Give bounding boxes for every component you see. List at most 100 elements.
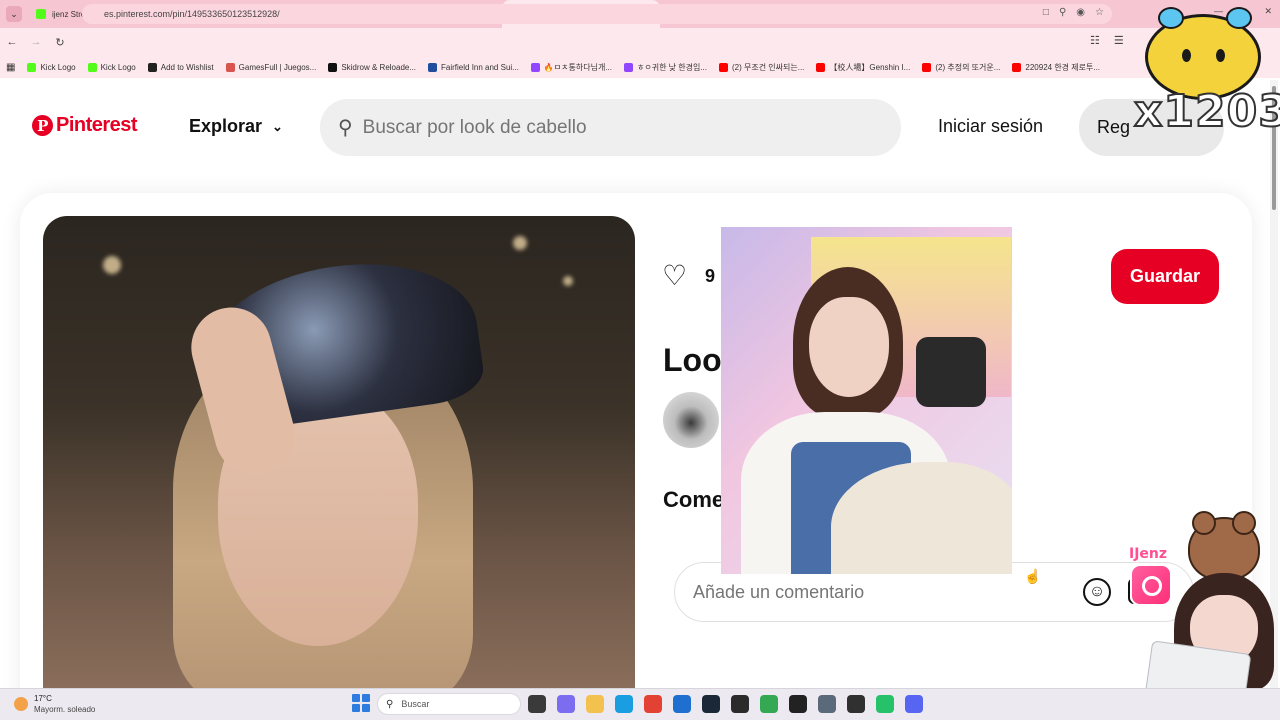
- bookmark-label: (2) 추정의 또거운...: [935, 62, 1001, 72]
- bookmark-item[interactable]: 220924 한경 제로투...: [1012, 62, 1100, 73]
- windows-start-icon[interactable]: [352, 694, 370, 712]
- task-view-icon[interactable]: [528, 695, 546, 713]
- bee-wing: [1158, 7, 1184, 29]
- bookmark-item[interactable]: 🔥ㅁㅊ통하다님개...: [530, 62, 612, 73]
- bookmark-item[interactable]: (2) 무조건 인싸되는...: [719, 62, 804, 73]
- bookmark-label: 220924 한경 제로투...: [1025, 62, 1101, 72]
- zoom-icon[interactable]: ⚲: [1059, 7, 1066, 18]
- bookmark-item[interactable]: Fairfield Inn and Sui...: [428, 62, 519, 73]
- search-icon: ⚲: [386, 698, 394, 710]
- instagram-icon: [1130, 564, 1172, 606]
- search-bar[interactable]: ⚲: [320, 99, 901, 156]
- login-link[interactable]: Iniciar sesión: [938, 116, 1043, 137]
- vtuber-avatar: [1144, 565, 1280, 710]
- terminal-icon[interactable]: [731, 695, 749, 713]
- bookmark-label: GamesFull | Juegos...: [238, 62, 317, 72]
- streamer-name: IJenz: [1129, 546, 1168, 562]
- bookmark-favicon-icon: [1012, 62, 1022, 72]
- bookmark-item[interactable]: GamesFull | Juegos...: [225, 62, 317, 73]
- start-tile: [352, 704, 360, 712]
- register-label: Reg: [1097, 117, 1131, 137]
- reload-icon[interactable]: ↻: [48, 36, 72, 49]
- app-dark-icon[interactable]: [847, 695, 865, 713]
- apps-grid-icon[interactable]: ▦: [6, 62, 15, 73]
- start-tile: [362, 694, 370, 702]
- tab-favicon-icon: [36, 9, 46, 19]
- bookmark-label: 🔥ㅁㅊ통하다님개...: [543, 62, 612, 72]
- edge-icon[interactable]: [615, 695, 633, 713]
- bookmark-favicon-icon: [225, 62, 235, 72]
- reading-list-icon[interactable]: ☰: [1114, 34, 1124, 47]
- taskbar-search-label: Buscar: [401, 699, 430, 709]
- address-bar[interactable]: es.pinterest.com/pin/1495336501235129​28…: [82, 4, 1112, 24]
- steam-icon[interactable]: [702, 695, 720, 713]
- chrome-dev-icon[interactable]: [760, 695, 778, 713]
- taskbar-search[interactable]: ⚲ Buscar: [377, 693, 521, 715]
- close-window-icon[interactable]: ✕: [1264, 6, 1272, 17]
- back-arrow-icon[interactable]: ←: [0, 36, 24, 48]
- bookmark-favicon-icon: [922, 62, 932, 72]
- bookmark-item[interactable]: Kick Logo: [27, 62, 76, 73]
- install-app-icon[interactable]: □: [1043, 7, 1049, 18]
- chevron-down-icon: ⌄: [272, 118, 283, 134]
- pinterest-p-icon: P: [32, 115, 53, 136]
- comments-heading: Come: [663, 487, 725, 512]
- bee-eye: [1182, 49, 1191, 62]
- street-light: [103, 256, 121, 274]
- extension-icons: ☷ ☰: [1090, 34, 1124, 47]
- bookmark-label: (2) 무조건 인싸되는...: [732, 62, 805, 72]
- chrome-icon[interactable]: [644, 695, 662, 713]
- framer-icon[interactable]: [876, 695, 894, 713]
- emoji-icon[interactable]: ☺: [1083, 578, 1111, 606]
- browser-toolbar: ← → ↻: [0, 28, 1280, 56]
- bookmark-item[interactable]: Kick Logo: [87, 62, 136, 73]
- bookmark-favicon-icon: [147, 62, 157, 72]
- comment-input[interactable]: [693, 581, 1053, 603]
- bookmark-item[interactable]: (2) 추정의 또거운...: [922, 62, 1000, 73]
- bookmark-favicon-icon: [816, 62, 826, 72]
- start-tile: [362, 704, 370, 712]
- pinterest-logo[interactable]: P Pinterest: [32, 114, 138, 137]
- epic-games-icon[interactable]: [789, 695, 807, 713]
- save-button[interactable]: Guardar: [1111, 249, 1219, 304]
- file-explorer-icon[interactable]: [586, 695, 604, 713]
- discord-icon[interactable]: [905, 695, 923, 713]
- explore-menu-button[interactable]: Explorar ⌄: [189, 116, 283, 137]
- bookmark-label: ㅎㅇ귀한 낮 한경임...: [637, 62, 707, 72]
- store-icon[interactable]: [673, 695, 691, 713]
- microphone: [916, 337, 986, 407]
- forward-arrow-icon[interactable]: →: [24, 36, 48, 48]
- settings-icon[interactable]: [818, 695, 836, 713]
- bookmark-label: Fairfield Inn and Sui...: [441, 62, 519, 72]
- search-input[interactable]: [362, 116, 843, 139]
- bookmark-favicon-icon: [428, 62, 438, 72]
- street-light: [513, 236, 527, 250]
- creator-avatar[interactable]: [663, 392, 719, 448]
- bookmark-star-icon[interactable]: ☆: [1095, 7, 1104, 18]
- screen: ⌄ ijenz Stream - Watch Live on Ki✕(9) [p…: [0, 0, 1280, 720]
- bookmark-label: Kick Logo: [100, 62, 136, 72]
- bookmark-label: Skidrow & Reloade...: [341, 62, 417, 72]
- bookmark-favicon-icon: [87, 62, 97, 72]
- bookmark-favicon-icon: [530, 62, 540, 72]
- webcam-face: [809, 297, 889, 397]
- weather-description[interactable]: Mayorm. soleado: [34, 705, 95, 714]
- weather-temperature[interactable]: 17°C: [34, 694, 52, 703]
- tab-search-chevron-icon[interactable]: ⌄: [6, 6, 22, 22]
- bookmark-item[interactable]: Skidrow & Reloade...: [328, 62, 416, 73]
- bookmark-item[interactable]: Add to Wishlist: [147, 62, 214, 73]
- weather-sun-icon[interactable]: [14, 697, 28, 711]
- pin-image[interactable]: [43, 216, 635, 696]
- bookmark-label: Add to Wishlist: [160, 62, 214, 72]
- copilot-icon[interactable]: [557, 695, 575, 713]
- search-icon: ⚲: [338, 117, 353, 139]
- bookmark-favicon-icon: [27, 62, 37, 72]
- extensions-puzzle-icon[interactable]: ☷: [1090, 34, 1100, 47]
- url-text: es.pinterest.com/pin/1495336501235129​28…: [104, 9, 280, 19]
- bookmark-item[interactable]: ㅎㅇ귀한 낮 한경임...: [624, 62, 707, 73]
- bookmark-item[interactable]: 【校人場】Genshin I...: [816, 62, 910, 73]
- address-bar-icons: □ ⚲ ◉ ☆: [1043, 7, 1104, 18]
- heart-icon[interactable]: ♡: [662, 262, 687, 290]
- mouse-cursor-hand-icon: ☝: [1024, 568, 1042, 584]
- eye-off-icon[interactable]: ◉: [1076, 7, 1085, 18]
